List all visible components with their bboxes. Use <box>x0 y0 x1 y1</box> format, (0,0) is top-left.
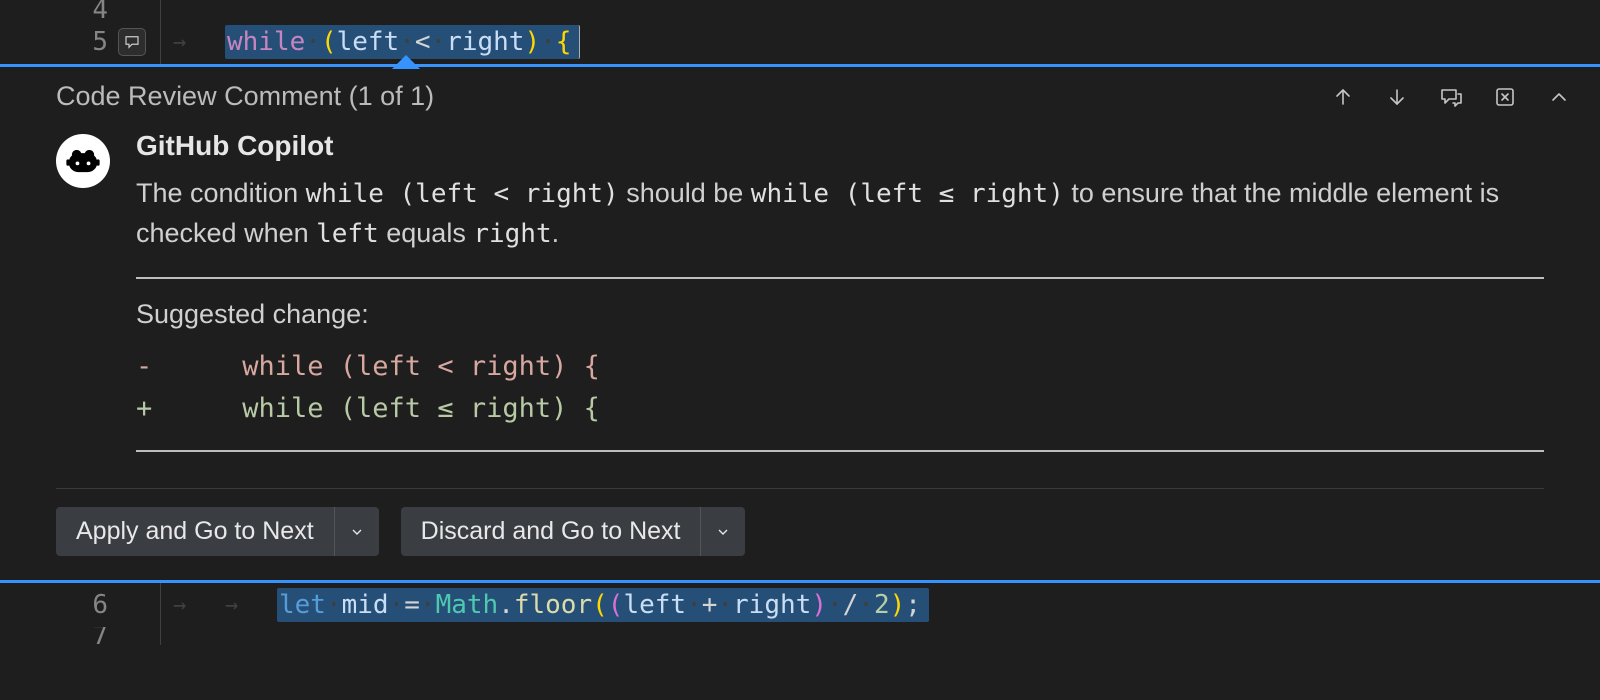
diff-block: - while (left < right) { + while (left ≤… <box>136 346 1544 430</box>
apply-and-next-button[interactable]: Apply and Go to Next <box>56 507 334 556</box>
code-content: let·mid·=·Math.floor((left·+·right)·/·2)… <box>277 588 929 622</box>
diff-removed-line: - while (left < right) { <box>136 346 1544 388</box>
diff-added-line: + while (left ≤ right) { <box>136 388 1544 430</box>
divider <box>136 277 1544 279</box>
suggested-change-label: Suggested change: <box>136 299 1544 330</box>
discard-and-next-button[interactable]: Discard and Go to Next <box>401 507 701 556</box>
discard-dropdown-button[interactable] <box>700 507 745 556</box>
review-header-title: Code Review Comment (1 of 1) <box>56 81 434 112</box>
line-number: 6 <box>80 590 108 620</box>
divider <box>56 488 1544 489</box>
review-header: Code Review Comment (1 of 1) <box>0 67 1600 122</box>
whitespace-tab-icon: → <box>173 30 225 55</box>
next-comment-button[interactable] <box>1384 84 1410 110</box>
comment-author: GitHub Copilot <box>136 130 1544 162</box>
comment-body: The condition while (left < right) shoul… <box>136 174 1544 253</box>
line-number: 5 <box>80 27 108 57</box>
previous-comment-button[interactable] <box>1330 84 1356 110</box>
line-number: 4 <box>80 0 108 20</box>
panel-pointer-icon <box>392 55 420 69</box>
apply-dropdown-button[interactable] <box>334 507 379 556</box>
line-number: 7 <box>80 627 108 645</box>
divider <box>136 450 1544 452</box>
code-content: while·(left·<·right)·{ <box>225 25 580 59</box>
add-comment-button[interactable] <box>1438 84 1464 110</box>
whitespace-tab-icon: → <box>173 593 225 618</box>
code-review-panel: Code Review Comment (1 of 1) <box>0 64 1600 583</box>
collapse-panel-button[interactable] <box>1546 84 1572 110</box>
code-line[interactable]: 4 <box>0 0 1600 20</box>
code-line[interactable]: 5 → while·(left·<·right)·{ <box>0 20 1600 64</box>
delete-comment-button[interactable] <box>1492 84 1518 110</box>
code-line[interactable]: 7 <box>0 627 1600 645</box>
discard-button-group: Discard and Go to Next <box>401 507 746 556</box>
code-line[interactable]: 6 → → let·mid·=·Math.floor((left·+·right… <box>0 583 1600 627</box>
comment-gutter-icon[interactable] <box>118 28 146 56</box>
copilot-avatar-icon <box>56 134 110 188</box>
whitespace-tab-icon: → <box>225 593 277 618</box>
apply-button-group: Apply and Go to Next <box>56 507 379 556</box>
